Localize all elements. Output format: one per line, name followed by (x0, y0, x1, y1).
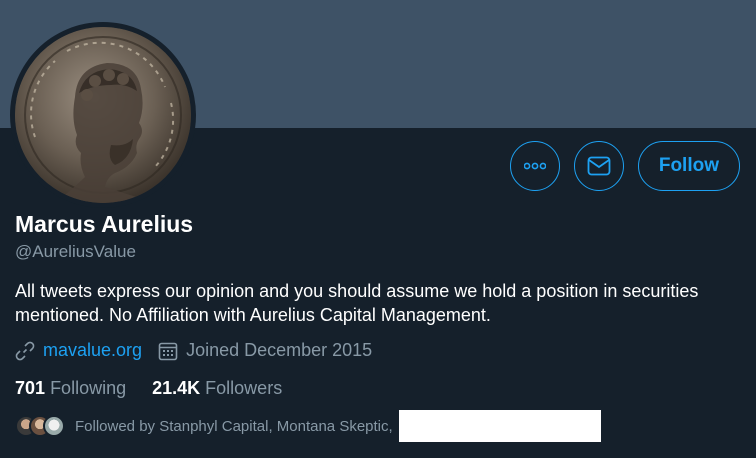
calendar-icon (158, 341, 178, 361)
link-icon (15, 341, 35, 361)
profile-stats: 701 Following 21.4K Followers (15, 378, 308, 399)
following-label: Following (50, 378, 127, 398)
followers-stat[interactable]: 21.4K Followers (152, 378, 282, 399)
message-button[interactable] (573, 141, 624, 191)
more-dots-icon (523, 162, 546, 170)
avatar[interactable] (10, 22, 196, 208)
joined-date: Joined December 2015 (158, 340, 372, 361)
more-button[interactable] (509, 141, 560, 191)
profile-meta: mavalue.org Joined December 2015 (15, 340, 372, 361)
follow-button[interactable]: Follow (637, 141, 740, 191)
following-stat[interactable]: 701 Following (15, 378, 126, 399)
redaction-box (398, 410, 601, 442)
following-count: 701 (15, 378, 46, 398)
follower-avatar (43, 415, 65, 437)
followers-count: 21.4K (152, 378, 201, 398)
profile-actions: Follow (509, 141, 740, 191)
profile-handle: @AureliusValue (15, 242, 136, 261)
profile-bio: All tweets express our opinion and you s… (15, 281, 699, 325)
joined-text: Joined December 2015 (186, 340, 373, 360)
followers-label: Followers (205, 378, 283, 398)
website-link[interactable]: mavalue.org (43, 340, 142, 361)
followed-by[interactable]: Followed by Stanphyl Capital, Montana Sk… (15, 410, 601, 442)
profile-name: Marcus Aurelius (15, 211, 194, 237)
coin-portrait-image (15, 27, 191, 203)
followed-by-text: Followed by Stanphyl Capital, Montana Sk… (75, 417, 393, 435)
envelope-icon (587, 156, 611, 176)
